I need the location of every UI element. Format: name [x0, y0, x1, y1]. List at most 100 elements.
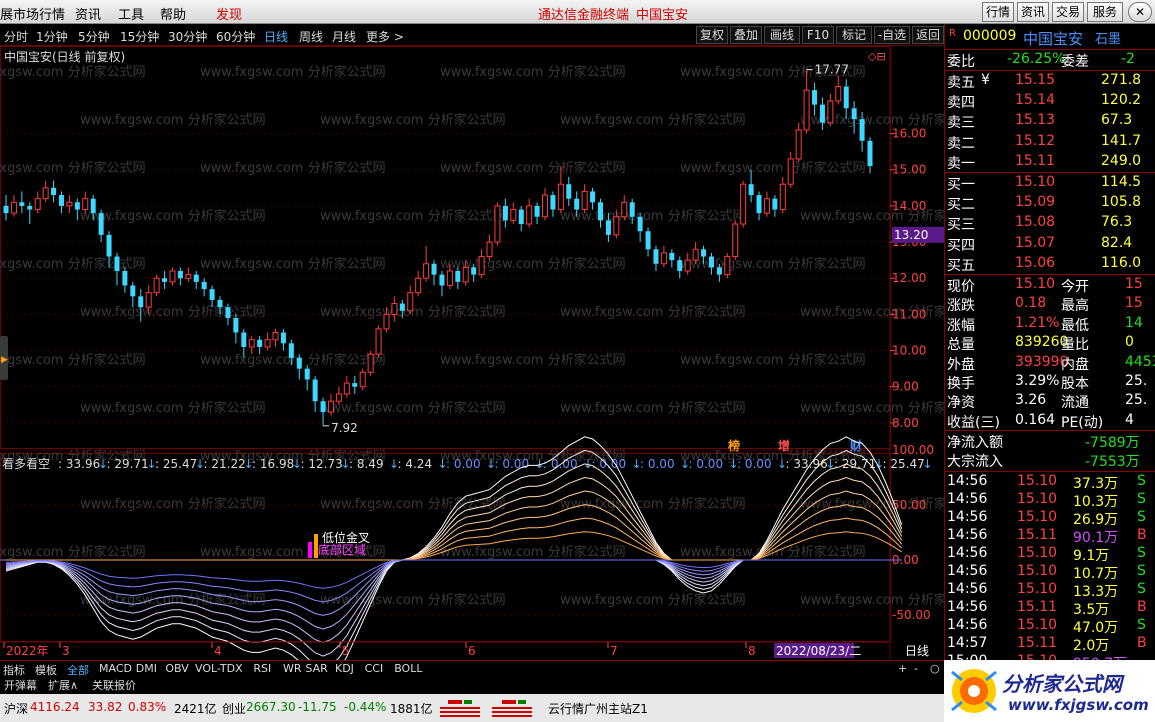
cy-index: 2667.30: [246, 700, 296, 714]
quote-button[interactable]: 行情: [982, 2, 1014, 22]
candle-body-down: [471, 267, 477, 275]
candle-body-down: [288, 343, 294, 358]
cy-amount: 1881亿: [390, 702, 433, 716]
back-button[interactable]: 返回: [912, 26, 944, 44]
indicator-tab[interactable]: SAR: [305, 662, 327, 675]
quote-cell: 3.26: [1015, 392, 1047, 409]
event-marker: 榜: [728, 438, 740, 453]
menu-help[interactable]: 帮助: [160, 4, 186, 23]
period-tab[interactable]: 月线: [332, 28, 356, 45]
menu-market[interactable]: 展市场行情: [0, 4, 65, 23]
indicator-tab[interactable]: BOLL: [394, 662, 422, 675]
zoom-in-icon[interactable]: +: [898, 662, 907, 675]
quote-cell: 15.11: [1017, 527, 1058, 543]
period-tab-more[interactable]: 更多 >: [366, 28, 404, 45]
price-tick-label: 10.00: [892, 344, 926, 358]
candle-body-down: [114, 256, 120, 272]
candle-body-up: [494, 205, 501, 243]
indicator-tick-label: 100.00: [892, 443, 934, 457]
quote-cell: 卖四: [947, 95, 975, 112]
related-quote-button[interactable]: 关联报价: [92, 677, 136, 693]
ask-row: 卖一 15.11 249.0: [945, 153, 1155, 172]
indicator-value: : 4.24: [398, 457, 433, 471]
watermark-text: www.fxgsw.com 分析家公式网: [80, 592, 266, 608]
candle-body-down: [74, 202, 80, 210]
indicator-tab[interactable]: RSI: [253, 662, 271, 675]
indicator-value: : 0.00: [689, 457, 724, 471]
period-tab[interactable]: 分时: [4, 28, 28, 45]
candle-body-down: [106, 234, 112, 257]
period-tab[interactable]: 5分钟: [78, 28, 110, 45]
candle-body-up: [724, 256, 731, 276]
indicator-tab[interactable]: KDJ: [335, 662, 354, 675]
watermark-text: www.fxgsw.com 分析家公式网: [560, 304, 746, 320]
indicator-tab[interactable]: DMI: [136, 662, 157, 675]
watermark-text: www.fxgsw.com 分析家公式网: [0, 64, 146, 80]
watermark-text: www.fxgsw.com 分析家公式网: [800, 400, 944, 416]
watermark-text: www.fxgsw.com 分析家公式网: [320, 400, 506, 416]
period-tab-active[interactable]: 日线: [264, 28, 288, 45]
indicator-tab[interactable]: CCI: [365, 662, 384, 675]
indicator-value: : 25.47: [883, 457, 925, 471]
candle-body-down: [193, 274, 199, 282]
watermark-text: www.fxgsw.com 分析家公式网: [440, 544, 626, 560]
candle-body-up: [34, 198, 41, 211]
trade-button[interactable]: 交易: [1052, 2, 1084, 22]
tick-row: 14:56 15.11 3.5万 B: [945, 599, 1155, 618]
quote-cell: 2.0万: [1073, 638, 1110, 654]
f10-button[interactable]: F10: [802, 26, 834, 44]
menu-news[interactable]: 资讯: [75, 4, 101, 23]
draw-button[interactable]: 画线: [764, 26, 800, 44]
candle-body-up: [795, 129, 802, 160]
chart-title: 中国宝安(日线 前复权): [4, 49, 125, 64]
expand-button[interactable]: 扩展∧: [48, 677, 78, 693]
stat-row: 外盘393990内盘4453: [945, 354, 1155, 373]
ask-row: 卖三 15.13 67.3: [945, 112, 1155, 131]
watermark-text: www.fxgsw.com 分析家公式网: [680, 256, 866, 272]
period-tab[interactable]: 15分钟: [120, 28, 159, 45]
quote-cell: 15.10: [1015, 174, 1056, 190]
quote-cell: 15.10: [1017, 617, 1058, 633]
period-tab[interactable]: 30分钟: [168, 28, 207, 45]
indicator-tab[interactable]: OBV: [165, 662, 188, 675]
period-tab[interactable]: 周线: [299, 28, 323, 45]
watchlist-button[interactable]: -自选: [874, 26, 910, 44]
adjust-button[interactable]: 复权: [696, 26, 728, 44]
close-icon[interactable]: ✕: [1128, 2, 1152, 22]
overlay-button[interactable]: 叠加: [730, 26, 762, 44]
tick-row: 14:57 15.11 2.0万 B: [945, 635, 1155, 654]
candle-body-up: [169, 270, 176, 283]
quote-cell: 141.7: [1101, 132, 1142, 149]
menu-tools[interactable]: 工具: [118, 4, 144, 23]
indicator-value: : 0.00: [737, 457, 772, 471]
stat-row: 换手 3.29% 股本 25.: [945, 373, 1155, 392]
watermark-text: www.fxgsw.com 分析家公式网: [200, 160, 386, 176]
indicator-tab[interactable]: VOL-TDX: [195, 662, 243, 675]
quote-cell: 4: [1125, 411, 1134, 428]
indicator-tick-label: 50.00: [892, 498, 926, 512]
kline-chart[interactable]: www.fxgsw.com 分析家公式网 www.fxgsw.com 分析家公式网…: [0, 46, 944, 660]
indicator-value: : 8.49: [349, 457, 384, 471]
danmu-button[interactable]: 开弹幕: [4, 677, 37, 693]
indicator-value: : 25.47: [155, 457, 197, 471]
news-button[interactable]: 资讯: [1017, 2, 1049, 22]
quote-cell: 90.1万: [1073, 530, 1119, 546]
indicator-tab[interactable]: WR: [283, 662, 302, 675]
candle-body-down: [708, 256, 714, 268]
watermark-text: www.fxgsw.com 分析家公式网: [680, 160, 866, 176]
candle-body-down: [19, 202, 25, 206]
indicator-tab[interactable]: MACD: [99, 662, 132, 675]
menu-discover[interactable]: 发现: [216, 4, 242, 23]
quote-cell: 15.10: [1017, 563, 1058, 579]
quote-cell: 76.3: [1101, 214, 1133, 231]
service-button[interactable]: 服务: [1087, 2, 1123, 22]
candle-body-down: [645, 231, 651, 250]
zoom-out-icon[interactable]: -: [914, 662, 918, 675]
mark-button[interactable]: 标记: [836, 26, 872, 44]
reset-icon[interactable]: ○: [930, 662, 940, 675]
candle-body-up: [367, 353, 374, 373]
quote-cell: 14:57: [947, 635, 988, 651]
stock-code: 000009: [963, 28, 1017, 44]
period-tab[interactable]: 1分钟: [36, 28, 68, 45]
period-tab[interactable]: 60分钟: [216, 28, 255, 45]
